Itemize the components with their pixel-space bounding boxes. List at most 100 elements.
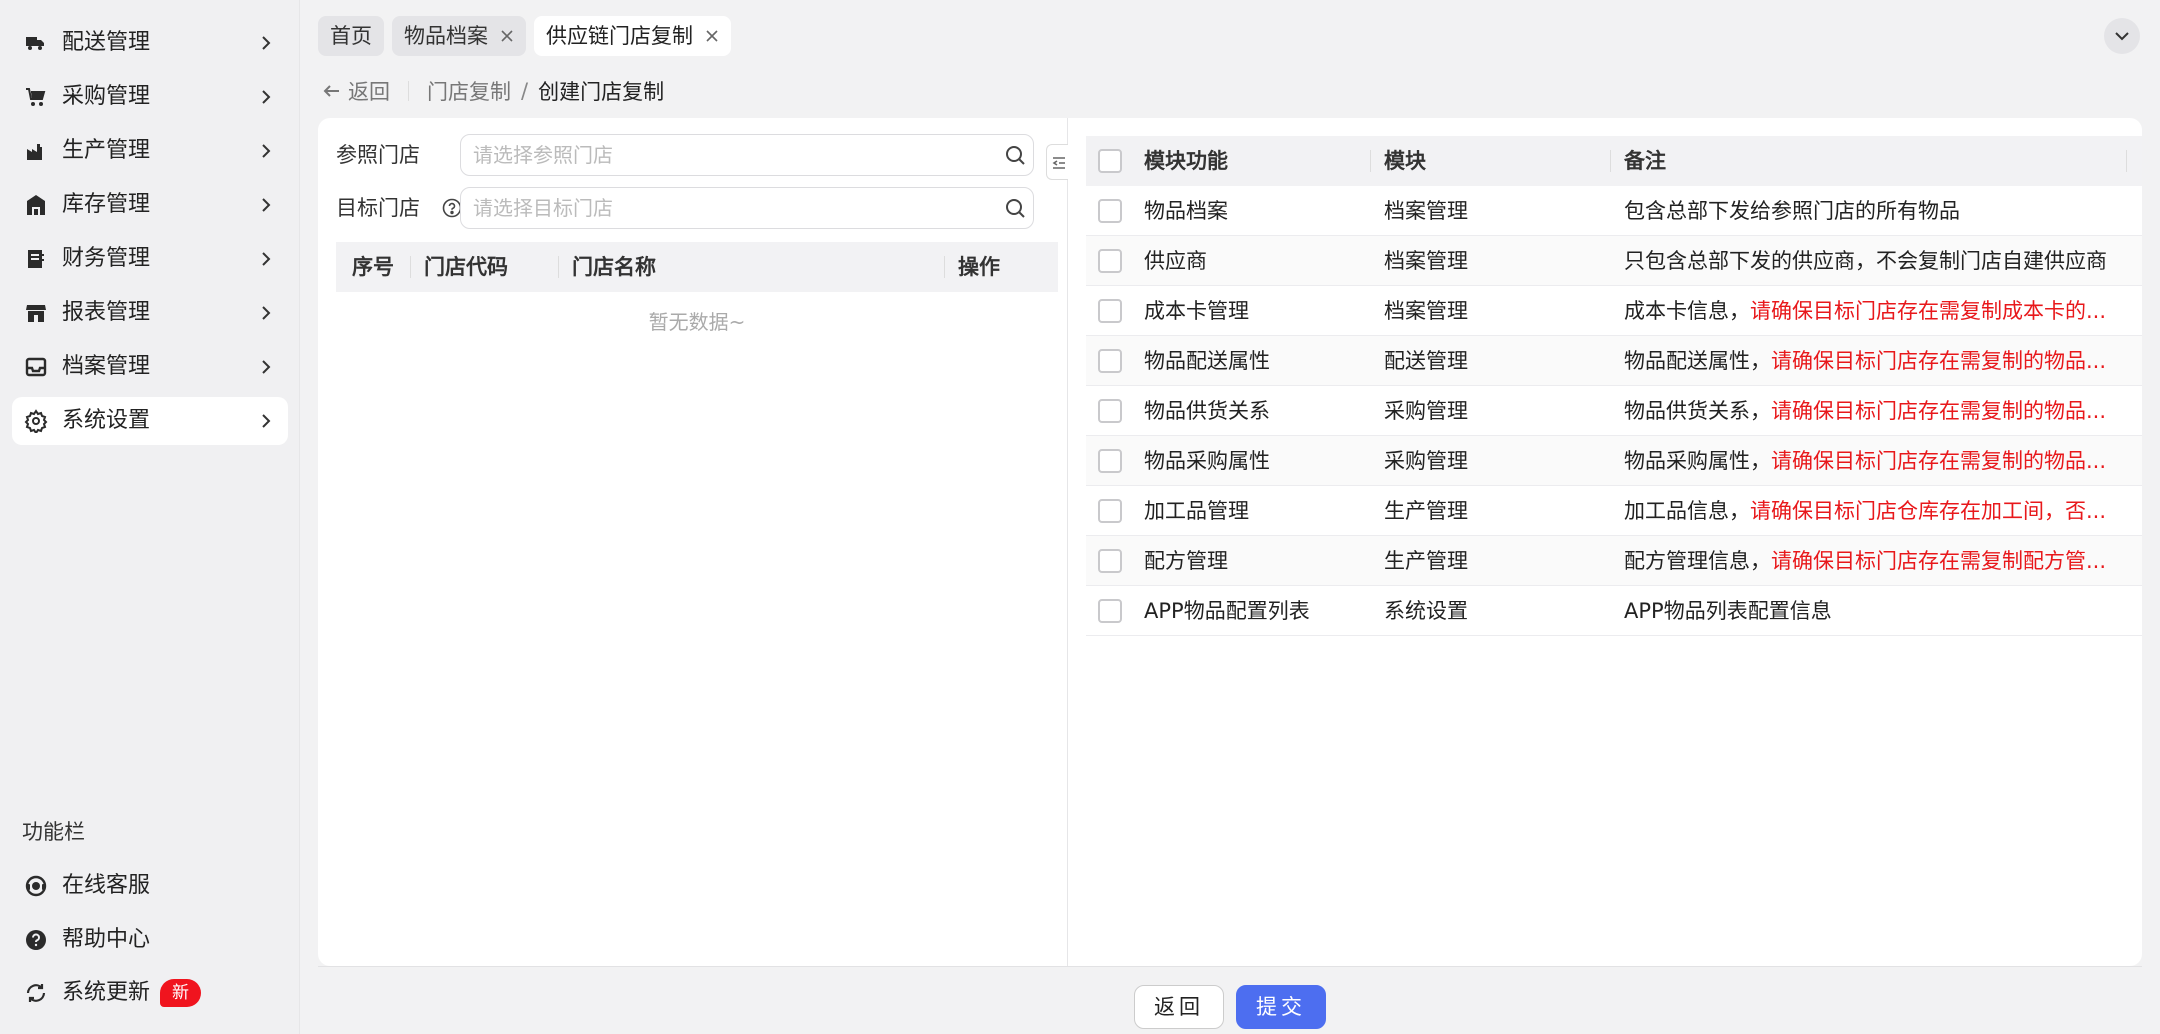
close-icon[interactable] [500, 29, 514, 43]
util-label: 在线客服 [62, 873, 151, 898]
cell-module: 档案管理 [1384, 299, 1468, 323]
table-row[interactable]: 物品供货关系 采购管理 物品供货关系，请确保目标门店存在需复制的物品... [1086, 386, 2142, 436]
chevron-right-icon [256, 411, 276, 431]
help-circle-icon [24, 928, 48, 952]
tab-home[interactable]: 首页 [318, 16, 384, 56]
store-table-header: 序号 门店代码 门店名称 操作 [336, 242, 1058, 292]
row-checkbox[interactable] [1098, 349, 1122, 373]
select-all-checkbox[interactable] [1098, 149, 1122, 173]
tab-menu-button[interactable] [2104, 18, 2140, 54]
sidebar-item-label: 配送管理 [62, 30, 151, 55]
cell-note: 配方管理信息，请确保目标门店存在需复制配方管... [1624, 549, 2107, 573]
sidebar-item-production[interactable]: 生产管理 [12, 127, 288, 175]
cell-note: 成本卡信息，请确保目标门店存在需复制成本卡的... [1624, 299, 2107, 323]
sidebar-item-reports[interactable]: 报表管理 [12, 289, 288, 337]
table-row[interactable]: 物品档案 档案管理 包含总部下发给参照门店的所有物品 [1086, 186, 2142, 236]
target-store-row: 目标门店 [336, 187, 1058, 229]
row-checkbox[interactable] [1098, 449, 1122, 473]
system-update-link[interactable]: 系统更新 新 [12, 969, 288, 1017]
col-store-code: 门店代码 [424, 255, 508, 279]
cell-module-function: 成本卡管理 [1144, 299, 1249, 323]
chevron-right-icon [256, 303, 276, 323]
tab-label: 首页 [330, 24, 372, 48]
store-icon [24, 301, 48, 325]
table-row[interactable]: 配方管理 生产管理 配方管理信息，请确保目标门店存在需复制配方管... [1086, 536, 2142, 586]
table-row[interactable]: 物品采购属性 采购管理 物品采购属性，请确保目标门店存在需复制的物品... [1086, 436, 2142, 486]
reference-store-row: 参照门店 [336, 134, 1058, 176]
sidebar-item-label: 采购管理 [62, 84, 151, 109]
col-divider [410, 256, 411, 278]
new-badge: 新 [160, 979, 201, 1007]
cell-module: 系统设置 [1384, 599, 1468, 623]
row-checkbox[interactable] [1098, 549, 1122, 573]
reference-store-label: 参照门店 [336, 143, 420, 167]
warehouse-icon [24, 193, 48, 217]
cell-module: 采购管理 [1384, 399, 1468, 423]
sidebar: 配送管理 采购管理 生产管理 库存管理 财务管理 报表管理 档案管理 系统设置 … [0, 0, 300, 1034]
sidebar-item-label: 库存管理 [62, 192, 151, 217]
inbox-icon [24, 355, 48, 379]
function-bar-title: 功能栏 [22, 820, 85, 844]
col-note: 备注 [1624, 149, 1666, 173]
table-row[interactable]: APP物品配置列表 系统设置 APP物品列表配置信息 [1086, 586, 2142, 636]
sidebar-item-label: 财务管理 [62, 246, 151, 271]
search-icon[interactable] [1004, 144, 1026, 166]
chevron-right-icon [256, 195, 276, 215]
col-divider [1610, 150, 1611, 172]
sidebar-item-label: 档案管理 [62, 354, 151, 379]
question-circle-icon[interactable] [442, 198, 462, 218]
online-support-link[interactable]: 在线客服 [12, 862, 288, 910]
col-divider [944, 256, 945, 278]
tab-item-archive[interactable]: 物品档案 [392, 16, 526, 56]
util-label: 帮助中心 [62, 927, 151, 952]
submit-button[interactable]: 提交 [1236, 985, 1326, 1029]
sidebar-item-finance[interactable]: 财务管理 [12, 235, 288, 283]
cell-module-function: 供应商 [1144, 249, 1207, 273]
ledger-icon [24, 247, 48, 271]
cell-module: 档案管理 [1384, 249, 1468, 273]
util-label: 系统更新 [62, 980, 151, 1005]
cell-note: 物品采购属性，请确保目标门店存在需复制的物品... [1624, 449, 2107, 473]
collapse-toggle[interactable] [1046, 144, 1068, 180]
sidebar-item-purchase[interactable]: 采购管理 [12, 73, 288, 121]
help-center-link[interactable]: 帮助中心 [12, 916, 288, 964]
cell-module: 配送管理 [1384, 349, 1468, 373]
target-store-input[interactable] [460, 187, 1034, 229]
row-checkbox[interactable] [1098, 499, 1122, 523]
sidebar-item-settings[interactable]: 系统设置 [12, 397, 288, 445]
search-icon[interactable] [1004, 197, 1026, 219]
sidebar-item-archives[interactable]: 档案管理 [12, 343, 288, 391]
sidebar-item-delivery[interactable]: 配送管理 [12, 19, 288, 67]
breadcrumb: 返回 门店复制 / 创建门店复制 [322, 74, 664, 108]
table-row[interactable]: 供应商 档案管理 只包含总部下发的供应商，不会复制门店自建供应商 [1086, 236, 2142, 286]
sidebar-item-label: 生产管理 [62, 138, 151, 163]
content-card: 参照门店 目标门店 序号 门店代码 门店名称 操作 暂无数据~ [318, 118, 2142, 966]
back-link[interactable]: 返回 [322, 76, 390, 106]
tab-bar: 首页 物品档案 供应链门店复制 [318, 16, 731, 56]
chevron-right-icon [256, 87, 276, 107]
row-checkbox[interactable] [1098, 599, 1122, 623]
sidebar-item-label: 报表管理 [62, 300, 151, 325]
breadcrumb-separator: / [521, 79, 529, 103]
table-row[interactable]: 物品配送属性 配送管理 物品配送属性，请确保目标门店存在需复制的物品... [1086, 336, 2142, 386]
back-button[interactable]: 返回 [1134, 985, 1224, 1029]
cell-note: 物品供货关系，请确保目标门店存在需复制的物品... [1624, 399, 2107, 423]
close-icon[interactable] [705, 29, 719, 43]
cell-note: 物品配送属性，请确保目标门店存在需复制的物品... [1624, 349, 2107, 373]
sidebar-item-label: 系统设置 [62, 408, 151, 433]
cell-module-function: 物品供货关系 [1144, 399, 1270, 423]
tab-store-copy[interactable]: 供应链门店复制 [534, 16, 731, 56]
cell-note: 包含总部下发给参照门店的所有物品 [1624, 199, 1960, 223]
back-label: 返回 [348, 80, 390, 104]
table-row[interactable]: 加工品管理 生产管理 加工品信息，请确保目标门店仓库存在加工间，否... [1086, 486, 2142, 536]
breadcrumb-item-store-copy[interactable]: 门店复制 [427, 76, 511, 106]
row-checkbox[interactable] [1098, 249, 1122, 273]
table-row[interactable]: 成本卡管理 档案管理 成本卡信息，请确保目标门店存在需复制成本卡的... [1086, 286, 2142, 336]
row-checkbox[interactable] [1098, 299, 1122, 323]
row-checkbox[interactable] [1098, 199, 1122, 223]
cell-module-function: 物品档案 [1144, 199, 1228, 223]
cell-note: APP物品列表配置信息 [1624, 599, 1832, 623]
sidebar-item-inventory[interactable]: 库存管理 [12, 181, 288, 229]
row-checkbox[interactable] [1098, 399, 1122, 423]
reference-store-input[interactable] [460, 134, 1034, 176]
